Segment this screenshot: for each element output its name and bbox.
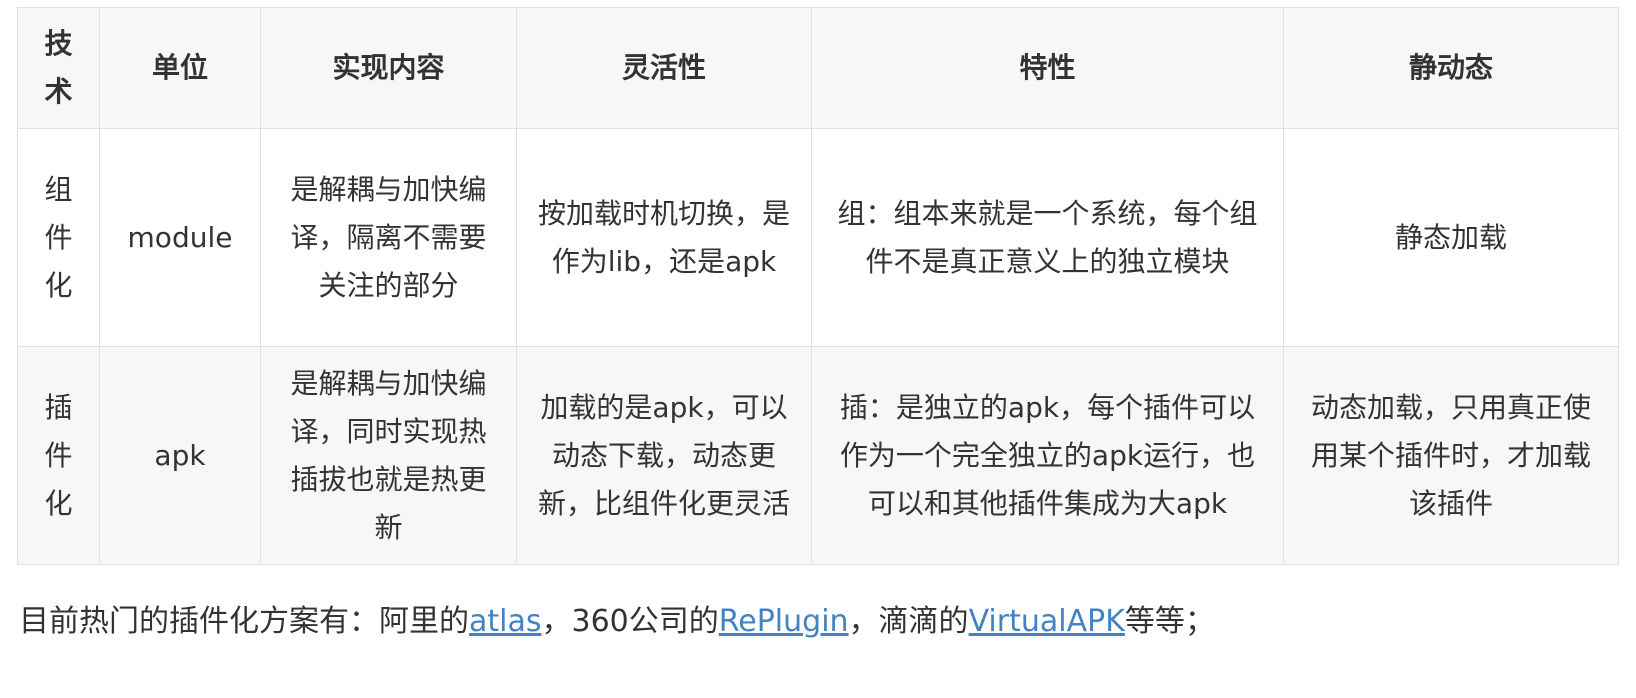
table-row: 组件化 module 是解耦与加快编译，隔离不需要关注的部分 按加载时机切换，是… [17, 128, 1619, 347]
table-cell: 按加载时机切换，是作为lib，还是apk [516, 128, 812, 347]
table-cell: 静态加载 [1283, 128, 1619, 347]
paragraph-text: 等等； [1124, 604, 1215, 639]
header-cell-feature: 特性 [811, 7, 1284, 129]
table-cell: module [99, 128, 261, 347]
header-cell-content: 实现内容 [260, 7, 517, 129]
table-cell: 动态加载，只用真正使用某个插件时，才加载该插件 [1283, 346, 1619, 565]
document-content: 技术 单位 实现内容 灵活性 特性 静动态 组件化 module 是解耦与加快编… [17, 7, 1619, 565]
header-cell-static-dynamic: 静动态 [1283, 7, 1619, 129]
plugin-solutions-paragraph: 目前热门的插件化方案有：阿里的atlas，360公司的RePlugin，滴滴的V… [19, 597, 1215, 647]
table-cell: 组：组本来就是一个系统，每个组件不是真正意义上的独立模块 [811, 128, 1284, 347]
atlas-link[interactable]: atlas [469, 604, 542, 639]
paragraph-text: 目前热门的插件化方案有：阿里的 [19, 604, 469, 639]
table-cell: apk [99, 346, 261, 565]
paragraph-text: ，滴滴的 [848, 604, 969, 639]
header-cell-flexibility: 灵活性 [516, 7, 812, 129]
table-header-row: 技术 单位 实现内容 灵活性 特性 静动态 [17, 7, 1619, 129]
table-cell: 组件化 [17, 128, 100, 347]
header-cell-unit: 单位 [99, 7, 261, 129]
table-cell: 是解耦与加快编译，同时实现热插拔也就是热更新 [260, 346, 517, 565]
table-cell: 加载的是apk，可以动态下载，动态更新，比组件化更灵活 [516, 346, 812, 565]
table-cell: 插件化 [17, 346, 100, 565]
header-cell-tech: 技术 [17, 7, 100, 129]
paragraph-text: ，360公司的 [541, 604, 719, 639]
table-row: 插件化 apk 是解耦与加快编译，同时实现热插拔也就是热更新 加载的是apk，可… [17, 346, 1619, 565]
table-cell: 插：是独立的apk，每个插件可以作为一个完全独立的apk运行，也可以和其他插件集… [811, 346, 1284, 565]
virtualapk-link[interactable]: VirtualAPK [969, 604, 1125, 639]
table-cell: 是解耦与加快编译，隔离不需要关注的部分 [260, 128, 517, 347]
replugin-link[interactable]: RePlugin [719, 604, 849, 639]
comparison-table: 技术 单位 实现内容 灵活性 特性 静动态 组件化 module 是解耦与加快编… [17, 7, 1619, 565]
